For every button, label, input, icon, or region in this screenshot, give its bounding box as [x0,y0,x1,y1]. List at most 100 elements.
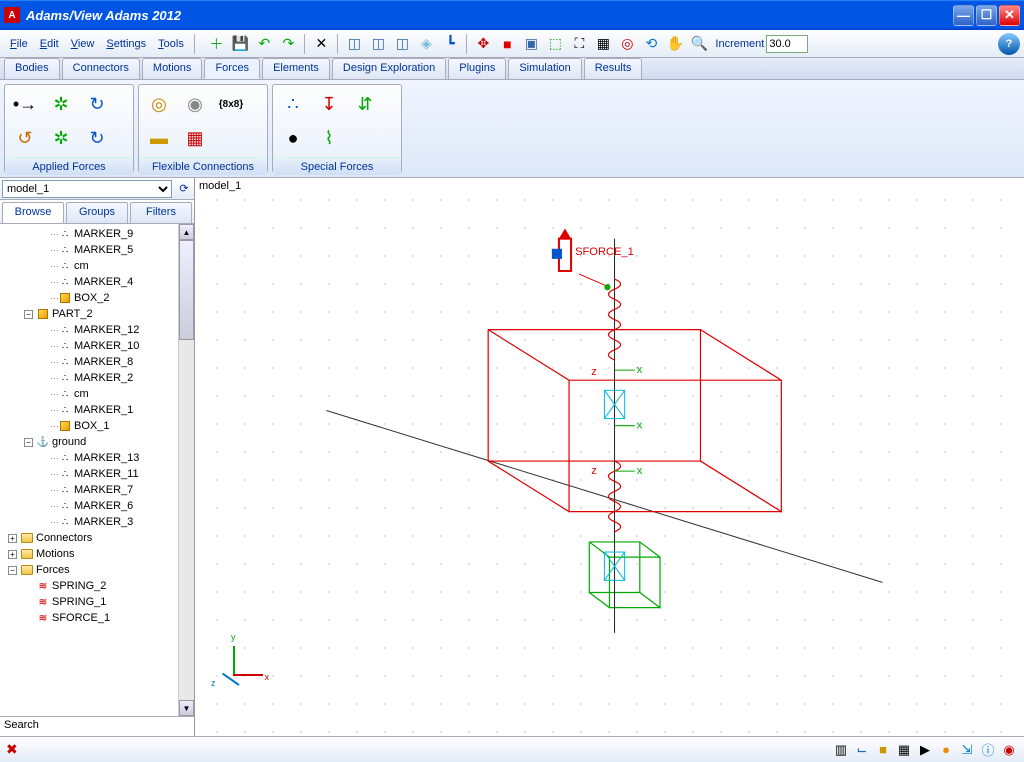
model-tree[interactable]: ▲ ▼ ⋯∴MARKER_9 ⋯∴MARKER_5 ⋯∴cm ⋯∴MARKER_… [0,224,194,716]
tree-row[interactable]: −⚓ground [0,434,194,450]
tree-row[interactable]: ⋯∴cm [0,258,194,274]
tree-row[interactable]: ⋯∴MARKER_12 [0,322,194,338]
scroll-thumb[interactable] [179,240,194,340]
tab-bodies[interactable]: Bodies [4,58,60,79]
view-top-icon[interactable]: ◫ [391,33,413,55]
connect-icon[interactable]: ⇲ [958,741,976,759]
spiral-icon[interactable]: ◉ [179,89,211,119]
gen-force-icon[interactable]: ✲ [45,123,77,153]
bushing-icon[interactable]: ◎ [143,89,175,119]
tree-row[interactable]: ⋯∴MARKER_7 [0,482,194,498]
tree-row[interactable]: ⋯∴cm [0,386,194,402]
tab-forces[interactable]: Forces [204,58,260,79]
tree-row[interactable]: ≋SPRING_1 [0,594,194,610]
center-icon[interactable]: ◎ [616,33,638,55]
zoom-icon[interactable]: 🔍 [688,33,710,55]
tree-row[interactable]: ⋯BOX_1 [0,418,194,434]
tree-row[interactable]: +Connectors [0,530,194,546]
tree-row[interactable]: +Motions [0,546,194,562]
tab-elements[interactable]: Elements [262,58,330,79]
new-icon[interactable]: ＋ [205,33,227,55]
scroll-up-icon[interactable]: ▲ [179,224,194,240]
tree-tab-filters[interactable]: Filters [130,202,192,223]
modal-force-icon[interactable]: ↻ [81,123,113,153]
tree-row[interactable]: ⋯∴MARKER_5 [0,242,194,258]
globe-icon[interactable]: ● [937,741,955,759]
stop-icon[interactable]: ■ [496,33,518,55]
view-right-icon[interactable]: ◫ [367,33,389,55]
help-button[interactable]: ? [998,33,1020,55]
tree-row[interactable]: ⋯∴MARKER_4 [0,274,194,290]
tree-row[interactable]: ⋯∴MARKER_13 [0,450,194,466]
marquee-icon[interactable]: ▦ [592,33,614,55]
tree-row[interactable]: −Forces [0,562,194,578]
pan-icon[interactable]: ✋ [664,33,686,55]
torque-icon[interactable]: ↻ [81,89,113,119]
fit-icon[interactable]: ⛶ [568,33,590,55]
tree-row[interactable]: ⋯∴MARKER_2 [0,370,194,386]
gravity-icon[interactable]: ↧ [313,89,345,119]
grid-toggle-icon[interactable]: ▥ [832,741,850,759]
command-icon[interactable]: ✖ [6,741,18,758]
tree-row[interactable]: ≋SPRING_2 [0,578,194,594]
scroll-down-icon[interactable]: ▼ [179,700,194,716]
tools-icon[interactable]: ✕ [310,33,332,55]
menu-file[interactable]: File [4,36,34,52]
rot-force-icon[interactable]: ↺ [9,123,41,153]
model-select[interactable]: model_1 [2,180,172,198]
tree-row[interactable]: ≋SFORCE_1 [0,610,194,626]
tab-results[interactable]: Results [584,58,643,79]
collapse-icon[interactable]: − [24,310,33,319]
view-front-icon[interactable]: ◫ [343,33,365,55]
tree-row[interactable]: ⋯∴MARKER_11 [0,466,194,482]
tree-scrollbar[interactable]: ▲ ▼ [178,224,194,716]
multi-force-icon[interactable]: ✲ [45,89,77,119]
tab-design-exploration[interactable]: Design Exploration [332,58,446,79]
tab-plugins[interactable]: Plugins [448,58,506,79]
tree-row[interactable]: ⋯BOX_2 [0,290,194,306]
select-sim-icon[interactable]: ▣ [520,33,542,55]
tree-row[interactable]: ⋯∴MARKER_3 [0,514,194,530]
contact-icon[interactable]: ∴ [277,89,309,119]
single-force-icon[interactable]: •→ [9,89,41,119]
collapse-icon[interactable]: − [24,438,33,447]
tree-row[interactable]: ⋯∴MARKER_6 [0,498,194,514]
menu-view[interactable]: View [65,36,101,52]
axes-icon[interactable]: ┗ [439,33,461,55]
field-icon[interactable]: ▦ [179,123,211,153]
rotate-icon[interactable]: ⟲ [640,33,662,55]
menu-settings[interactable]: Settings [100,36,152,52]
tire-icon[interactable]: ● [277,123,309,153]
menu-tools[interactable]: Tools [152,36,190,52]
wireframe-icon[interactable]: ▦ [895,741,913,759]
minimize-button[interactable]: — [953,5,974,26]
friction-icon[interactable]: ⌇ [313,123,345,153]
tree-row[interactable]: ⋯∴MARKER_1 [0,402,194,418]
maximize-button[interactable]: ☐ [976,5,997,26]
menu-edit[interactable]: Edit [34,36,65,52]
refresh-tree-icon[interactable]: ⟳ [174,178,194,199]
tab-motions[interactable]: Motions [142,58,203,79]
tab-connectors[interactable]: Connectors [62,58,140,79]
render-mode-icon[interactable]: ■ [874,741,892,759]
expand-icon[interactable]: + [8,550,17,559]
tree-row[interactable]: ⋯∴MARKER_8 [0,354,194,370]
increment-input[interactable] [766,35,808,53]
view-iso-icon[interactable]: ◈ [415,33,437,55]
undo-icon[interactable]: ↶ [253,33,275,55]
tree-row[interactable]: −PART_2 [0,306,194,322]
cursor-icon[interactable]: ▶ [916,741,934,759]
tree-tab-browse[interactable]: Browse [2,202,64,223]
tree-row[interactable]: ⋯∴MARKER_10 [0,338,194,354]
expand-icon[interactable]: + [8,534,17,543]
triad-toggle-icon[interactable]: ⌙ [853,741,871,759]
group-select-icon[interactable]: ⬚ [544,33,566,55]
close-button[interactable]: ✕ [999,5,1020,26]
arrows-icon[interactable]: ⇵ [349,89,381,119]
redo-icon[interactable]: ↷ [277,33,299,55]
record-icon[interactable]: ◉ [1000,741,1018,759]
info-icon[interactable]: ⓘ [979,741,997,759]
collapse-icon[interactable]: − [8,566,17,575]
tree-row[interactable]: ⋯∴MARKER_9 [0,226,194,242]
select-arrows-icon[interactable]: ✥ [472,33,494,55]
